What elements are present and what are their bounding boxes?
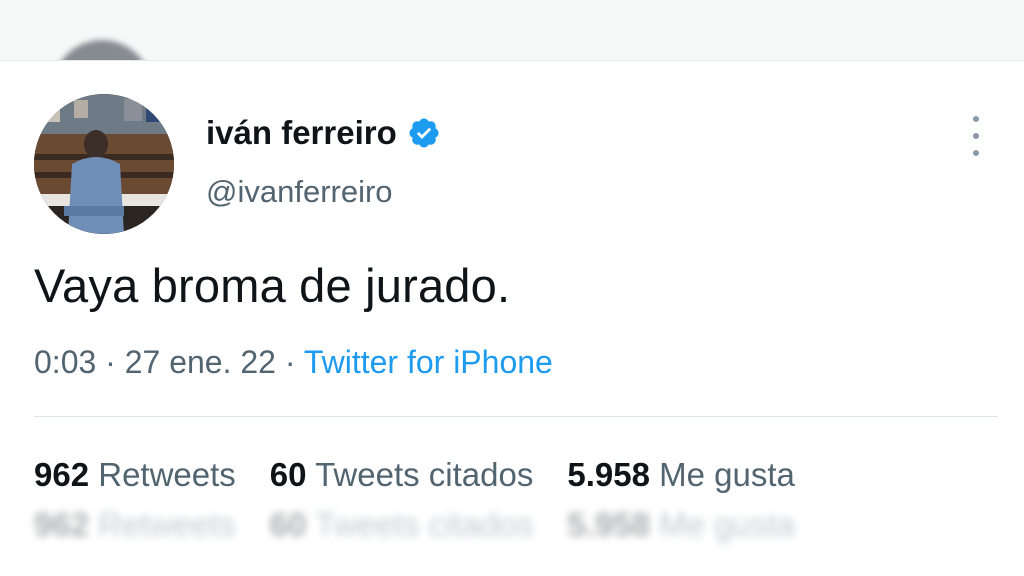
retweets-stat[interactable]: 962 Retweets xyxy=(34,456,236,494)
quotes-count: 60 xyxy=(269,456,307,493)
ghost-likes-label: Me gusta xyxy=(659,506,795,543)
more-dot xyxy=(973,133,979,139)
previous-avatar xyxy=(52,40,152,60)
divider xyxy=(34,416,998,417)
ghost-retweets-count: 962 xyxy=(34,506,90,543)
tweet-date[interactable]: 27 ene. 22 xyxy=(125,344,276,380)
ghost-quotes-count: 60 xyxy=(269,506,307,543)
ghost-quotes-label: Tweets citados xyxy=(315,506,534,543)
display-name[interactable]: iván ferreiro xyxy=(206,114,397,152)
more-dot xyxy=(973,150,979,156)
more-dot xyxy=(973,116,979,122)
tweet-text: Vaya broma de jurado. xyxy=(34,259,511,312)
avatar[interactable] xyxy=(34,94,174,234)
likes-label: Me gusta xyxy=(659,456,795,493)
quotes-stat[interactable]: 60 Tweets citados xyxy=(270,456,534,494)
stats-reflection: 962 Retweets 60 Tweets citados 5.958 Me … xyxy=(34,506,795,544)
avatar-image xyxy=(34,94,174,234)
tweet-meta: 0:03 · 27 ene. 22 · Twitter for iPhone xyxy=(34,344,553,381)
author-name-row: iván ferreiro xyxy=(206,114,441,152)
likes-count: 5.958 xyxy=(567,456,650,493)
meta-separator: · xyxy=(284,344,304,380)
engagement-stats: 962 Retweets 60 Tweets citados 5.958 Me … xyxy=(34,456,795,494)
retweets-count: 962 xyxy=(34,456,90,493)
more-options-icon[interactable] xyxy=(962,116,990,156)
user-handle[interactable]: @ivanferreiro xyxy=(206,174,393,210)
quotes-label: Tweets citados xyxy=(315,456,534,493)
tweet-source-link[interactable]: Twitter for iPhone xyxy=(304,344,553,380)
retweets-label: Retweets xyxy=(98,456,236,493)
previous-tweet-strip xyxy=(0,0,1024,61)
ghost-retweets-label: Retweets xyxy=(98,506,236,543)
meta-separator: · xyxy=(105,344,125,380)
tweet-card: iván ferreiro @ivanferreiro Vaya broma d… xyxy=(0,62,1024,576)
tweet-time[interactable]: 0:03 xyxy=(34,344,96,380)
verified-badge-icon xyxy=(407,116,441,150)
ghost-likes-count: 5.958 xyxy=(567,506,650,543)
likes-stat[interactable]: 5.958 Me gusta xyxy=(567,456,795,494)
